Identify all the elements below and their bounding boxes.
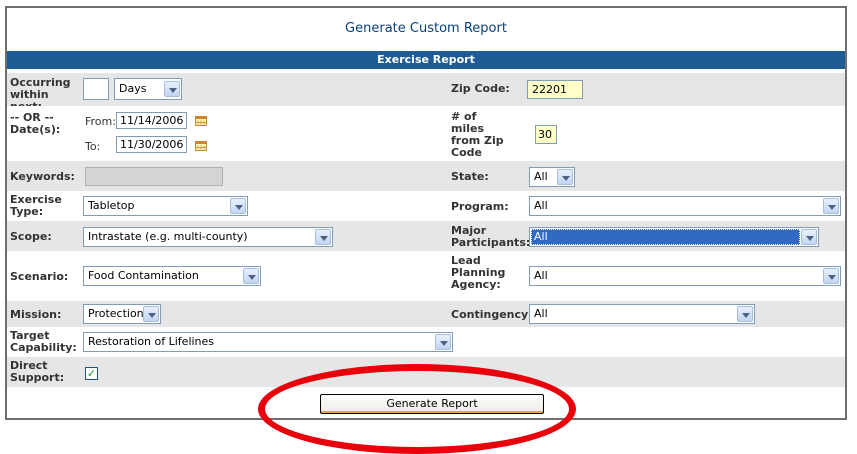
program-select[interactable]: All [529,196,841,216]
major-participants-select[interactable]: All [529,227,819,247]
section-header: Exercise Report [7,51,845,69]
occurring-number-input[interactable] [83,78,109,100]
keywords-input[interactable] [85,167,223,186]
generate-report-button[interactable]: Generate Report [320,394,544,414]
mission-select[interactable]: Protection [83,304,161,324]
page-title: Generate Custom Report [7,8,845,49]
miles-input[interactable]: 30 [535,125,557,144]
chevron-down-icon[interactable] [143,306,159,322]
row-mission: Mission: Protection Contingency: All [7,301,845,327]
lead-agency-label: Lead Planning Agency: [451,254,506,291]
scope-label: Scope: [10,230,52,243]
target-capability-select[interactable]: Restoration of Lifelines [83,332,453,352]
chevron-down-icon[interactable] [823,268,839,284]
chevron-down-icon[interactable] [737,306,753,322]
to-date-input[interactable]: 11/30/2006 [116,136,187,153]
state-select[interactable]: All [529,167,575,187]
chevron-down-icon[interactable] [230,198,246,214]
exercise-type-label: Exercise Type: [10,193,62,218]
calendar-icon[interactable] [195,116,207,126]
state-label: State: [451,170,489,183]
row-keywords: Keywords: State: All [7,161,845,191]
row-direct-support: Direct Support: ✓ [7,357,845,387]
row-exercise-type: Exercise Type: Tabletop Program: All [7,191,845,221]
contingency-label: Contingency: [451,308,533,321]
row-occurring: Occurring within next: Days Zip Code: 22… [7,73,845,113]
scope-value: Intrastate (e.g. multi-county) [88,230,248,243]
calendar-icon[interactable] [195,141,207,151]
target-capability-label: Target Capability: [10,329,77,354]
dates-label: -- OR -- Date(s): [10,111,61,136]
miles-label: # of miles from Zip Code [451,110,504,159]
direct-support-checkbox[interactable]: ✓ [85,367,98,380]
chevron-down-icon[interactable] [164,81,180,97]
from-date-input[interactable]: 11/14/2006 [116,112,187,129]
checkmark-icon: ✓ [86,367,97,380]
occurring-unit-select[interactable]: Days [114,78,182,100]
program-label: Program: [451,200,509,213]
chevron-down-icon[interactable] [243,268,259,284]
row-submit: Generate Report [7,387,845,418]
report-form-panel: Generate Custom Report Exercise Report O… [5,6,847,420]
lead-agency-select[interactable]: All [529,266,841,286]
to-label: To: [85,140,101,153]
chevron-down-icon[interactable] [435,334,451,350]
target-capability-value: Restoration of Lifelines [88,335,215,348]
scenario-value: Food Contamination [88,269,199,282]
chevron-down-icon[interactable] [557,169,573,185]
row-dates: -- OR -- Date(s): From: 11/14/2006 To: 1… [7,106,845,161]
scope-select[interactable]: Intrastate (e.g. multi-county) [83,227,333,247]
exercise-type-select[interactable]: Tabletop [83,196,248,216]
major-participants-value: All [531,229,800,245]
row-scenario: Scenario: Food Contamination Lead Planni… [7,251,845,301]
contingency-select[interactable]: All [529,304,755,324]
row-scope: Scope: Intrastate (e.g. multi-county) Ma… [7,221,845,251]
contingency-value: All [534,307,548,320]
chevron-down-icon[interactable] [823,198,839,214]
chevron-down-icon[interactable] [801,229,817,245]
scenario-label: Scenario: [10,270,69,283]
zip-label: Zip Code: [451,82,510,95]
exercise-type-value: Tabletop [88,199,135,212]
keywords-label: Keywords: [10,170,75,183]
lead-agency-value: All [534,269,548,282]
zip-input[interactable]: 22201 [527,80,583,99]
direct-support-label: Direct Support: [10,359,65,384]
scenario-select[interactable]: Food Contamination [83,266,261,286]
major-participants-label: Major Participants: [451,224,531,249]
chevron-down-icon[interactable] [315,229,331,245]
mission-label: Mission: [10,308,62,321]
program-value: All [534,199,548,212]
row-target-capability: Target Capability: Restoration of Lifeli… [7,327,845,357]
from-label: From: [85,115,116,128]
